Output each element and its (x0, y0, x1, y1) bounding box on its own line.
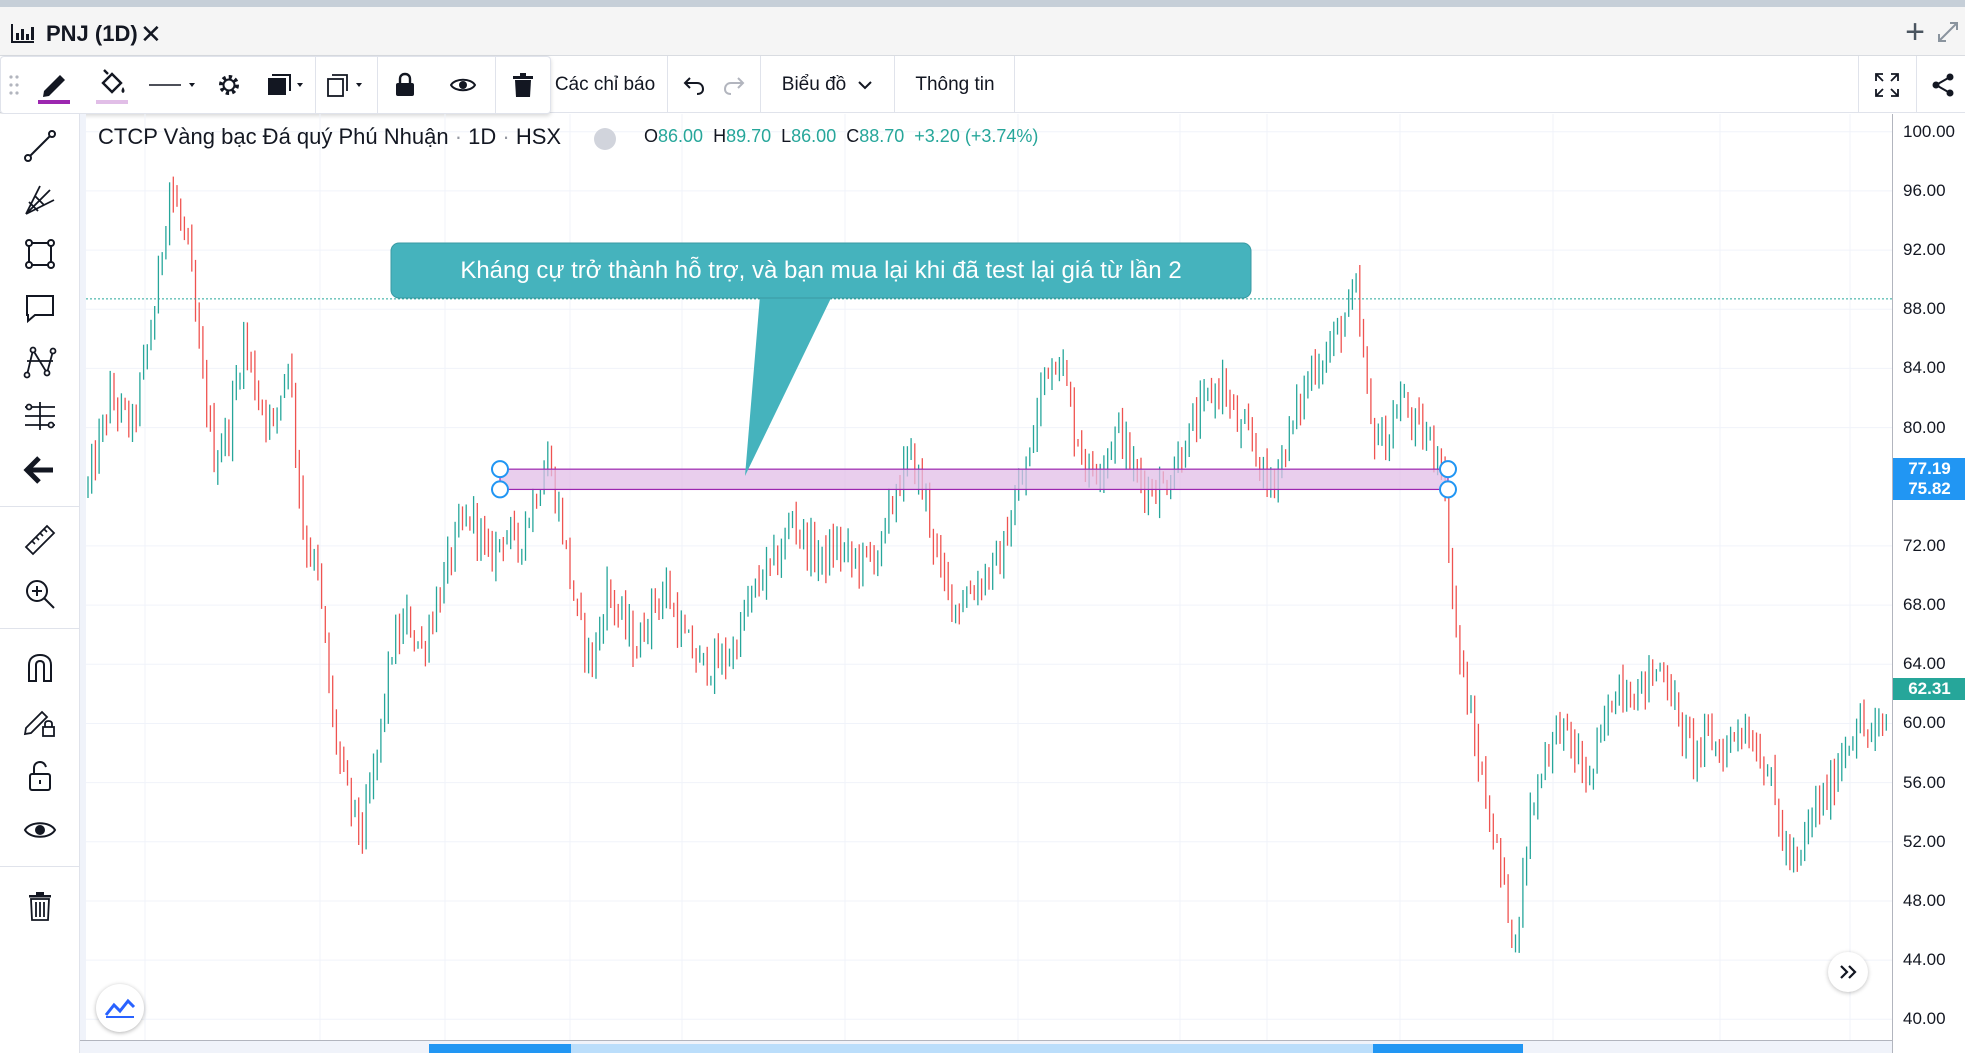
symbol-interval: 1D (468, 124, 497, 149)
change-value: +3.20 (+3.74%) (914, 126, 1039, 146)
price-tick-label: 64.00 (1903, 654, 1946, 674)
time-range-marker (1373, 1044, 1523, 1053)
price-tick-label: 84.00 (1903, 358, 1946, 378)
price-tick-label: 88.00 (1903, 299, 1946, 319)
price-tick-label: 48.00 (1903, 890, 1946, 910)
time-range-highlight (571, 1044, 1453, 1053)
price-tick-label: 44.00 (1903, 950, 1946, 970)
price-tick-label: 72.00 (1903, 535, 1946, 555)
symbol-name[interactable]: CTCP Vàng bạc Đá quý Phú Nhuận (98, 124, 449, 149)
callout-text: Kháng cự trở thành hỗ trợ, và bạn mua lạ… (460, 257, 1182, 284)
price-tick-label: 80.00 (1903, 417, 1946, 437)
tradingview-logo-icon (104, 998, 136, 1018)
price-tick-label: 68.00 (1903, 595, 1946, 615)
price-tick-label: 96.00 (1903, 180, 1946, 200)
time-range-marker (429, 1044, 571, 1053)
price-label: 62.31 (1893, 678, 1965, 701)
price-tick-label: 60.00 (1903, 713, 1946, 733)
price-chart[interactable] (0, 0, 1965, 1053)
time-scale[interactable] (80, 1040, 1892, 1053)
price-label: 77.19 (1893, 458, 1965, 481)
logo-button[interactable] (96, 984, 144, 1032)
symbol-exchange: HSX (515, 124, 562, 149)
resize-handle[interactable] (1439, 460, 1457, 479)
scroll-to-realtime-button[interactable] (1828, 952, 1868, 992)
double-chevron-right-icon (1840, 965, 1857, 979)
price-tick-label: 52.00 (1903, 831, 1946, 851)
resize-handle[interactable] (491, 480, 509, 499)
legend-toggle-icon[interactable] (594, 128, 616, 150)
price-tick-label: 40.00 (1903, 1009, 1946, 1029)
chart-legend: CTCP Vàng bạc Đá quý Phú Nhuận · 1D · HS… (98, 124, 1039, 150)
callout-pointer (745, 296, 832, 476)
resize-handle[interactable] (1439, 480, 1457, 499)
price-label: 75.82 (1893, 478, 1965, 501)
ohlc-values: O86.00 H89.70 L86.00 C88.70 +3.20 (+3.74… (644, 126, 1039, 146)
price-scale[interactable]: 100.00 96.00 92.00 88.00 84.00 80.00 72.00 68.0… (1892, 114, 1965, 1053)
price-tick-label: 92.00 (1903, 240, 1946, 260)
rectangle-drawing[interactable] (499, 468, 1449, 491)
resize-handle[interactable] (491, 460, 509, 479)
price-tick-label: 100.00 (1903, 121, 1955, 141)
price-tick-label: 56.00 (1903, 772, 1946, 792)
